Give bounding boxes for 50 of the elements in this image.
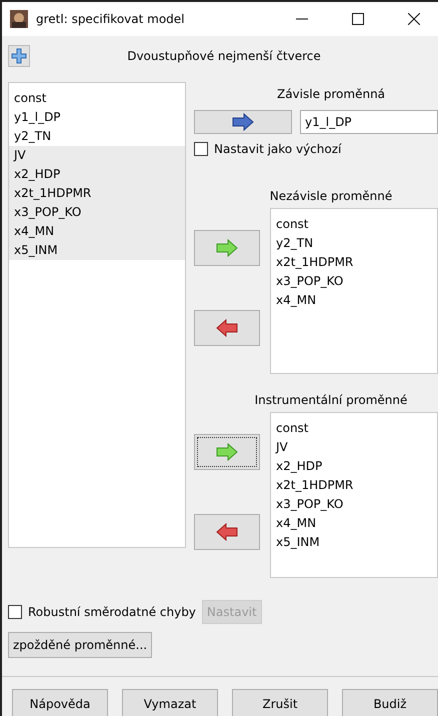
list-item[interactable]: x4_MN bbox=[9, 222, 185, 241]
window-title: gretl: specifikovat model bbox=[36, 12, 186, 26]
model-heading: Dvoustupňové nejmenší čtverce bbox=[126, 49, 322, 63]
checkbox[interactable] bbox=[8, 605, 22, 619]
list-item[interactable]: x4_MN bbox=[271, 291, 437, 310]
arrow-icon bbox=[215, 319, 239, 337]
app-icon bbox=[10, 10, 28, 28]
dialog-button[interactable]: Zrušit bbox=[232, 689, 328, 716]
section-label: Závisle proměnná bbox=[276, 86, 386, 103]
list-item[interactable]: x2_HDP bbox=[271, 457, 437, 476]
arrow-button[interactable] bbox=[194, 434, 260, 470]
list-item[interactable]: JV bbox=[271, 438, 437, 457]
dependent-field[interactable]: y1_l_DP bbox=[300, 110, 438, 134]
list-item[interactable]: y2_TN bbox=[9, 127, 185, 146]
list-item[interactable]: x5_INM bbox=[271, 533, 437, 552]
list-item[interactable]: x5_INM bbox=[9, 241, 185, 260]
list-item[interactable]: x2t_1HDPMR bbox=[9, 184, 185, 203]
list-item[interactable]: JV bbox=[9, 146, 185, 165]
checkbox-label: Robustní směrodatné chyby bbox=[28, 605, 196, 619]
list-item[interactable]: x3_POP_KO bbox=[271, 495, 437, 514]
list-item[interactable]: x2t_1HDPMR bbox=[271, 253, 437, 272]
list-item[interactable]: const bbox=[271, 215, 437, 234]
checkbox-label: Nastavit jako výchozí bbox=[214, 142, 342, 156]
plus-icon bbox=[11, 48, 27, 64]
lags-button[interactable]: zpožděné proměnné... bbox=[8, 632, 152, 658]
list-item[interactable]: x4_MN bbox=[271, 514, 437, 533]
list-item[interactable]: x2t_1HDPMR bbox=[271, 476, 437, 495]
dialog-button[interactable]: Vymazat bbox=[122, 689, 218, 716]
arrow-icon bbox=[215, 523, 239, 541]
list-item[interactable]: const bbox=[271, 419, 437, 438]
arrow-button[interactable] bbox=[194, 310, 260, 346]
add-button[interactable] bbox=[8, 45, 30, 67]
dialog-button[interactable]: Budiž bbox=[342, 689, 438, 716]
dialog-button[interactable]: Nápověda bbox=[12, 689, 108, 716]
arrow-icon bbox=[215, 443, 239, 461]
arrow-button[interactable] bbox=[194, 514, 260, 550]
checkbox[interactable] bbox=[194, 142, 208, 156]
list-item[interactable]: const bbox=[9, 89, 185, 108]
list-item[interactable]: x3_POP_KO bbox=[9, 203, 185, 222]
close-icon[interactable] bbox=[408, 13, 420, 25]
maximize-icon[interactable] bbox=[352, 13, 364, 25]
arrow-button[interactable] bbox=[194, 110, 292, 134]
list-item[interactable]: x2_HDP bbox=[9, 165, 185, 184]
arrow-icon bbox=[231, 113, 255, 131]
section-label: Nezávisle proměnné bbox=[268, 188, 394, 205]
arrow-icon bbox=[215, 239, 239, 257]
list-item[interactable]: y1_l_DP bbox=[9, 108, 185, 127]
section-label: Instrumentální proměnné bbox=[254, 392, 408, 409]
list-item[interactable]: x3_POP_KO bbox=[271, 272, 437, 291]
list-item[interactable]: y2_TN bbox=[271, 234, 437, 253]
